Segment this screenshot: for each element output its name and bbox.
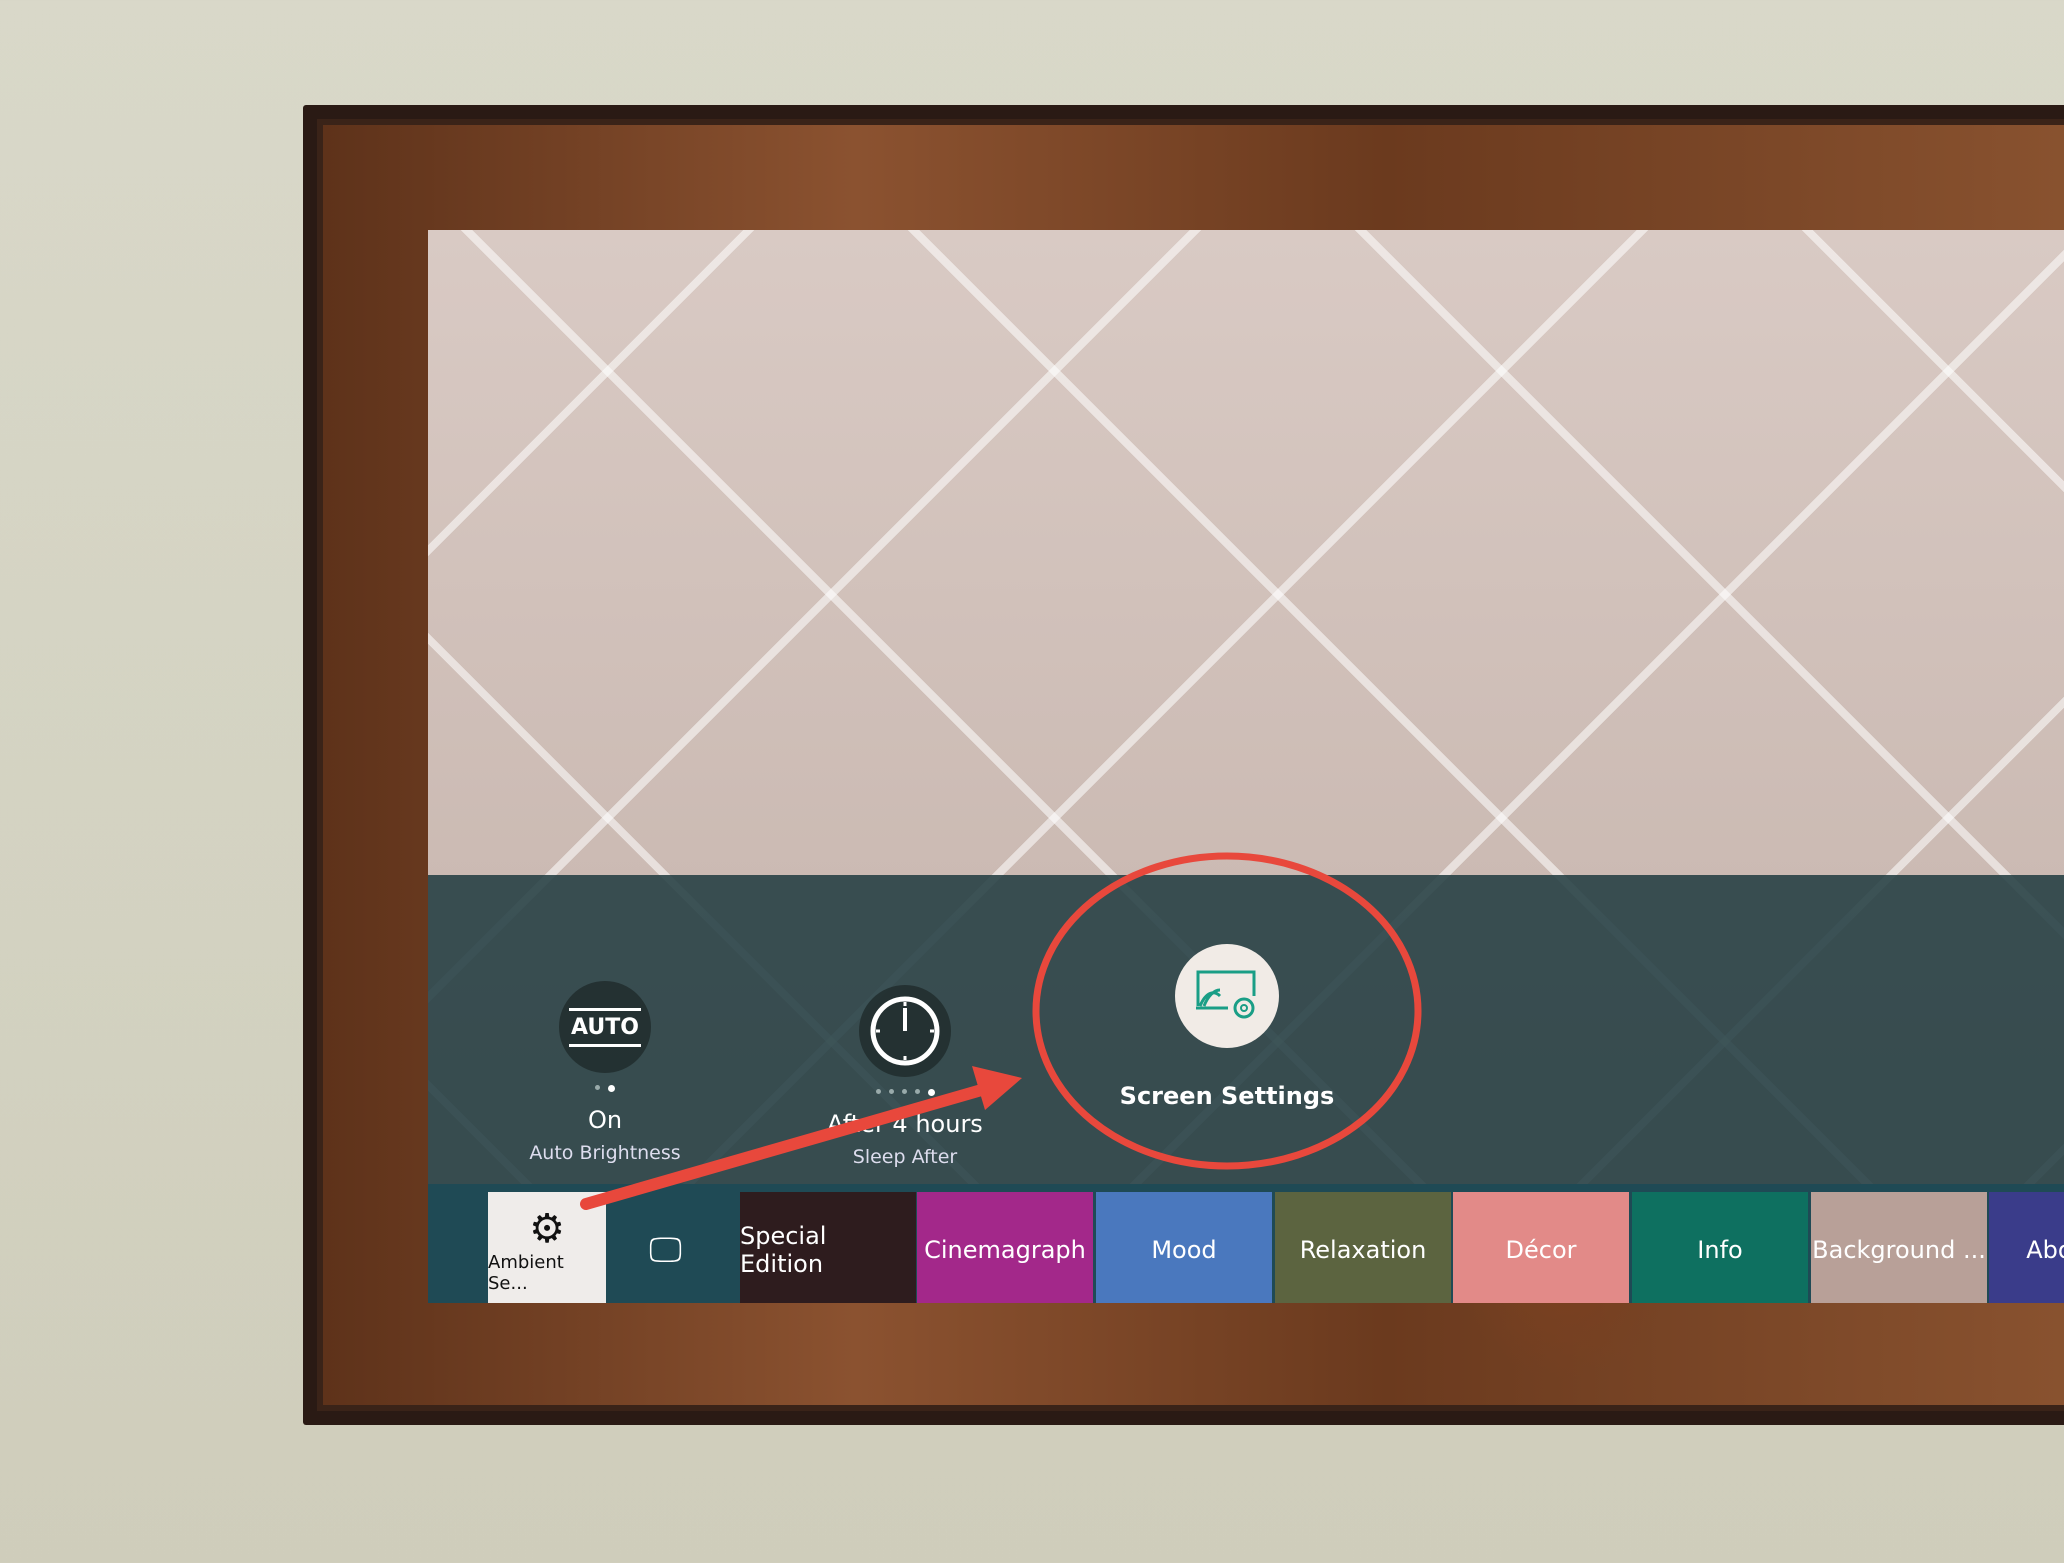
annotation-overlay bbox=[580, 852, 1422, 1210]
highlight-circle bbox=[1032, 852, 1422, 1170]
arrow-head bbox=[972, 1066, 1022, 1110]
arrow-shaft bbox=[580, 1083, 991, 1210]
